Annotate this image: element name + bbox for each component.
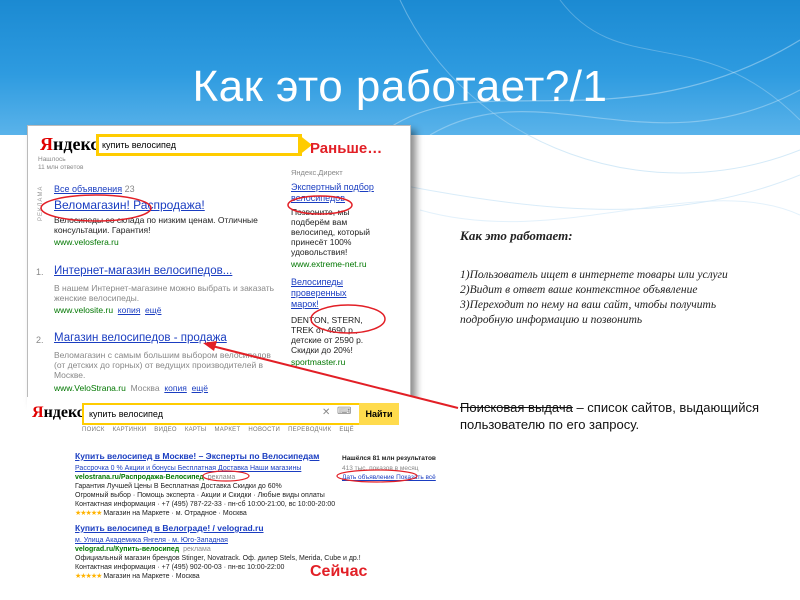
explanation-title: Как это работает: (460, 228, 573, 243)
definition-text: Поисковая выдача – список сайтов, выдающ… (460, 400, 759, 432)
explanation-step-3: 3)Переходит по нему на ваш сайт, чтобы п… (460, 299, 717, 326)
explanation-step-1: 1)Пользователь ищет в интернете товары и… (460, 269, 728, 281)
explanation-block: Как это работает: 1)Пользователь ищет в … (460, 228, 750, 328)
explanation-step-2: 2)Видит в ответ ваше контекстное объявле… (460, 284, 698, 296)
